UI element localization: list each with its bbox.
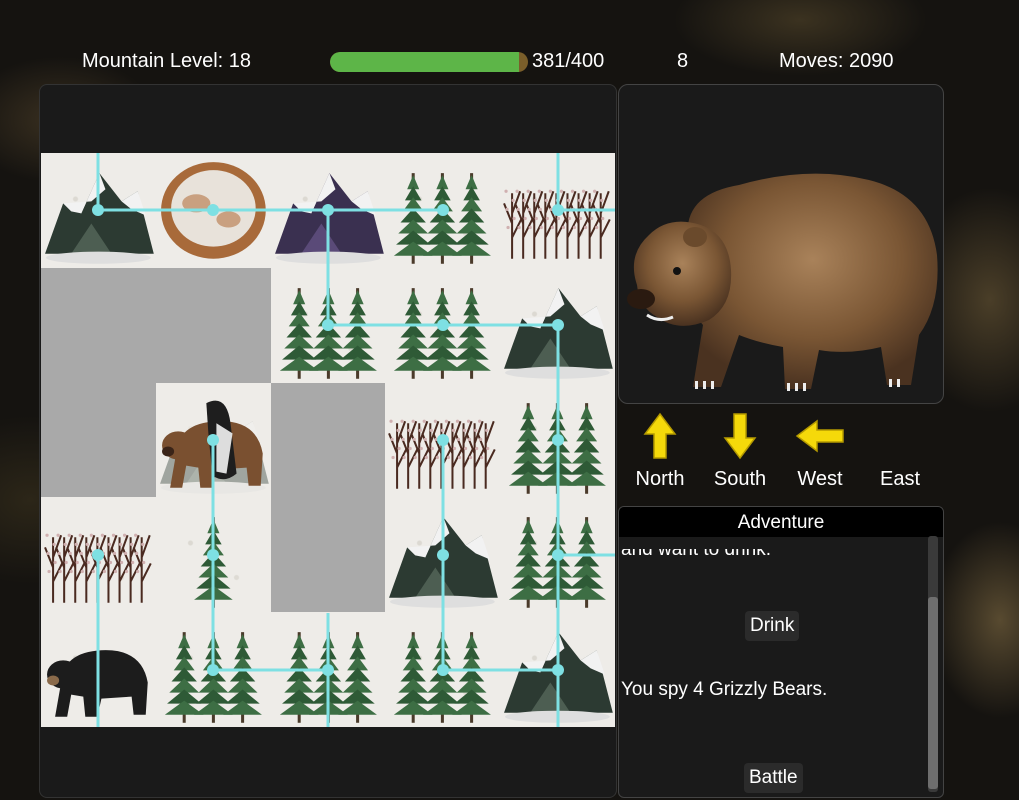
- map-tile-dark-crag[interactable]: [270, 153, 386, 268]
- snowy-mountain-icon: [504, 632, 613, 723]
- pine-trees-icon: [394, 173, 492, 264]
- arrow-down-icon: [723, 413, 757, 460]
- bare-thicket-icon: [388, 419, 497, 489]
- hp-bar-fill: [330, 52, 519, 72]
- map-tile-snowy-mountain[interactable]: [41, 153, 156, 268]
- map-tile-empty-gray[interactable]: [270, 382, 386, 498]
- map-tile-pine-trees[interactable]: [385, 612, 501, 727]
- map-tile-black-bear[interactable]: [41, 612, 156, 727]
- bear-and-raven-icon: [155, 382, 271, 498]
- map-tile-pine-trees[interactable]: [270, 267, 386, 383]
- map-tile-snowy-mountain[interactable]: [500, 612, 615, 727]
- snowy-mountain-icon: [504, 287, 613, 379]
- map-tile-pine-trees[interactable]: [270, 612, 386, 727]
- pine-trees-icon: [394, 287, 492, 379]
- west-label: West: [797, 468, 843, 490]
- map-tile-pine-trees[interactable]: [155, 612, 271, 727]
- bare-thicket-icon: [44, 534, 152, 604]
- pine-trees-icon: [509, 517, 607, 609]
- adventure-scrollbar[interactable]: [928, 536, 938, 792]
- direction-controls: North South West East: [620, 408, 940, 498]
- map-tile-empty-gray[interactable]: [270, 497, 386, 613]
- hp-bar: [330, 52, 528, 72]
- adventure-message: You spy 4 Grizzly Bears.: [621, 679, 828, 700]
- title-partial: [330, 0, 690, 6]
- map-tile-pine-trees[interactable]: [500, 497, 615, 613]
- west-button[interactable]: West: [780, 408, 860, 498]
- adventure-title: Adventure: [619, 507, 943, 537]
- map-tile-pine-trees[interactable]: [500, 382, 615, 498]
- pine-trees-icon: [279, 632, 377, 723]
- bare-thicket-icon: [503, 189, 611, 259]
- map-tile-snowy-mountain[interactable]: [500, 267, 615, 383]
- creature-portrait: [618, 84, 944, 404]
- drink-button[interactable]: Drink: [745, 611, 800, 641]
- map-tile-bare-thicket[interactable]: [500, 153, 615, 268]
- scrollbar-thumb[interactable]: [928, 597, 938, 790]
- moves-counter: Moves: 2090: [779, 50, 894, 72]
- map-tile-pine-trees[interactable]: [385, 153, 501, 268]
- snowy-mountain-icon: [45, 173, 154, 264]
- middle-counter: 8: [677, 50, 689, 72]
- pine-tree-icon: [193, 517, 233, 609]
- stats-bar: Mountain Level: 18 381/400 8 Moves: 2090: [0, 46, 1019, 78]
- map-tile-pine-tree[interactable]: [155, 497, 271, 613]
- pine-trees-icon: [394, 632, 492, 723]
- north-button[interactable]: North: [620, 408, 700, 498]
- map-tile-bare-thicket[interactable]: [41, 497, 156, 613]
- map-tile-bear-and-raven[interactable]: [155, 382, 271, 498]
- clipped-text: and want to drink.: [621, 549, 771, 560]
- snowy-mountain-icon: [389, 517, 499, 609]
- hp-text: 381/400: [532, 50, 605, 72]
- east-button[interactable]: East: [860, 408, 940, 498]
- adventure-log[interactable]: and want to drink. Drink You spy 4 Grizz…: [619, 537, 927, 797]
- arrow-up-icon: [643, 412, 677, 459]
- adventure-panel: Adventure and want to drink. Drink You s…: [618, 506, 944, 798]
- mountain-level: Mountain Level: 18: [82, 50, 252, 72]
- map-tile-empty-gray[interactable]: [41, 267, 156, 383]
- map-tile-empty-gray[interactable]: [155, 267, 271, 383]
- map-tile-snowy-boulder[interactable]: [155, 153, 271, 268]
- south-label: South: [713, 468, 767, 490]
- east-label: East: [879, 468, 921, 490]
- arrow-left-icon: [795, 419, 844, 453]
- black-bear-icon: [47, 650, 148, 717]
- map-tile-pine-trees[interactable]: [385, 267, 501, 383]
- pine-trees-icon: [164, 632, 262, 723]
- dark-crag-icon: [274, 173, 384, 264]
- snowy-boulder-icon: [160, 162, 266, 259]
- map-tile-empty-gray[interactable]: [41, 382, 156, 498]
- pine-trees-icon: [509, 402, 607, 494]
- map-grid: [41, 153, 615, 727]
- north-label: North: [635, 468, 685, 490]
- map-tile-snowy-mountain[interactable]: [385, 497, 501, 613]
- battle-button[interactable]: Battle: [744, 763, 803, 793]
- map-tile-bare-thicket[interactable]: [385, 382, 501, 498]
- south-button[interactable]: South: [700, 408, 780, 498]
- grizzly-bear-icon: [627, 173, 938, 391]
- pine-trees-icon: [279, 287, 377, 379]
